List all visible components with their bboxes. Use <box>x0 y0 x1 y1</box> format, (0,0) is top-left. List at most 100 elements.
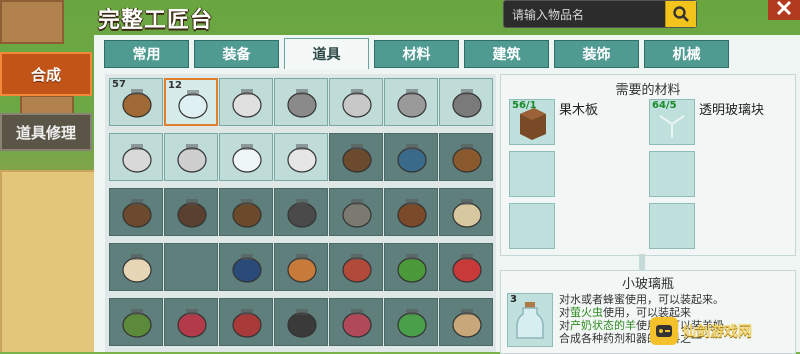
material-slot-empty <box>509 151 555 197</box>
item-slot[interactable] <box>329 188 383 236</box>
search-icon <box>673 6 689 22</box>
search-button[interactable] <box>665 1 696 27</box>
item-slot[interactable] <box>164 188 218 236</box>
highlight-term: 产奶状态的羊 <box>570 319 636 332</box>
tab-building[interactable]: 建筑 <box>464 40 549 68</box>
page-title: 完整工匠台 <box>98 8 214 33</box>
bottle-icon <box>287 254 317 283</box>
horn-icon <box>452 309 482 338</box>
item-grid: 57 12 <box>105 74 496 352</box>
blue-hammer-icon <box>397 144 427 173</box>
pot-icon <box>177 144 207 173</box>
stone-bowl-icon <box>342 199 372 228</box>
item-slot[interactable] <box>439 133 493 181</box>
salad-dish-icon <box>122 309 152 338</box>
item-slot[interactable] <box>329 298 383 346</box>
material-name: 透明玻璃块 <box>699 103 765 118</box>
item-search-box <box>503 0 697 28</box>
small-glass-bottle-icon <box>178 90 208 119</box>
juice-cup-icon <box>452 254 482 283</box>
item-slot[interactable] <box>439 78 493 126</box>
meat-dish-icon <box>342 254 372 283</box>
grill-icon <box>452 89 482 118</box>
seed-pack-icon <box>122 254 152 283</box>
crafting-panel: 常用 装备 道具 材料 建筑 装饰 机械 57 12 需要的材料 56/1 果木板… <box>94 35 800 354</box>
wooden-bowl-icon <box>122 89 152 118</box>
panel-connector <box>639 254 645 270</box>
item-slot[interactable] <box>164 133 218 181</box>
watermark-logo-icon <box>650 317 678 345</box>
item-slot[interactable] <box>274 78 328 126</box>
item-search-input[interactable] <box>510 4 664 26</box>
item-slot[interactable] <box>329 243 383 291</box>
material-count: 56/1 <box>512 100 537 111</box>
berry-dish-icon <box>177 309 207 338</box>
hammer-icon <box>122 199 152 228</box>
item-slot[interactable] <box>384 298 438 346</box>
item-slot[interactable] <box>329 78 383 126</box>
item-slot[interactable] <box>164 243 218 291</box>
meat-bowl-icon <box>232 309 262 338</box>
item-slot[interactable] <box>384 78 438 126</box>
side-tab-craft[interactable]: 合成 <box>0 52 92 96</box>
item-slot[interactable] <box>274 188 328 236</box>
material-slot-empty <box>509 203 555 249</box>
item-slot[interactable] <box>439 188 493 236</box>
item-slot[interactable] <box>219 78 273 126</box>
side-tab-repair[interactable]: 道具修理 <box>0 113 92 151</box>
spoon-icon <box>232 254 262 283</box>
item-slot[interactable] <box>219 243 273 291</box>
tab-common[interactable]: 常用 <box>104 40 189 68</box>
material-slot-2[interactable]: 64/5 <box>649 99 695 145</box>
materials-title: 需要的材料 <box>615 83 681 98</box>
material-slot-empty <box>649 203 695 249</box>
item-detail-title: 小玻璃瓶 <box>621 277 674 292</box>
item-slot[interactable]: 57 <box>109 78 163 126</box>
spray-bottle-icon <box>122 144 152 173</box>
tab-equipment[interactable]: 装备 <box>194 40 279 68</box>
item-slot[interactable] <box>274 243 328 291</box>
description-line: 对水或者蜂蜜使用，可以装起来。 <box>559 293 724 306</box>
item-slot[interactable]: 12 <box>164 78 218 126</box>
whistle-icon <box>342 89 372 118</box>
item-slot[interactable] <box>384 133 438 181</box>
watering-can-icon <box>232 89 262 118</box>
bucket-icon <box>287 199 317 228</box>
item-slot[interactable] <box>109 133 163 181</box>
copper-hammer-icon <box>452 144 482 173</box>
tab-machinery[interactable]: 机械 <box>644 40 729 68</box>
tool-icon <box>397 89 427 118</box>
item-slot[interactable] <box>439 243 493 291</box>
highlight-term: 萤火虫 <box>570 306 603 319</box>
vegetable-dish-icon <box>397 254 427 283</box>
close-button[interactable] <box>768 0 800 20</box>
item-slot[interactable] <box>219 188 273 236</box>
frying-pan-icon <box>287 309 317 338</box>
item-slot[interactable] <box>109 298 163 346</box>
material-slot-1[interactable]: 56/1 <box>509 99 555 145</box>
required-materials-panel: 需要的材料 56/1 果木板 64/5 透明玻璃块 <box>500 74 796 256</box>
item-detail-slot: 3 <box>507 293 553 347</box>
tab-materials[interactable]: 材料 <box>374 40 459 68</box>
tab-props[interactable]: 道具 <box>284 38 369 69</box>
tab-decoration[interactable]: 装饰 <box>554 40 639 68</box>
site-watermark: 仙剑游戏网 <box>650 313 800 352</box>
item-slot[interactable] <box>384 188 438 236</box>
item-slot[interactable] <box>164 298 218 346</box>
item-slot[interactable] <box>109 243 163 291</box>
green-dish-icon <box>397 309 427 338</box>
item-slot[interactable] <box>329 133 383 181</box>
seed-bag-icon <box>452 199 482 228</box>
stove-icon <box>177 199 207 228</box>
item-slot[interactable] <box>274 298 328 346</box>
item-slot[interactable] <box>439 298 493 346</box>
material-name: 果木板 <box>559 103 599 118</box>
item-slot[interactable] <box>219 298 273 346</box>
potion-bottle-icon <box>287 144 317 173</box>
item-slot[interactable] <box>109 188 163 236</box>
item-slot[interactable] <box>384 243 438 291</box>
soil-tray-icon <box>397 199 427 228</box>
item-slot[interactable] <box>219 133 273 181</box>
item-slot[interactable] <box>274 133 328 181</box>
category-tabs: 常用 装备 道具 材料 建筑 装饰 机械 <box>94 35 800 69</box>
